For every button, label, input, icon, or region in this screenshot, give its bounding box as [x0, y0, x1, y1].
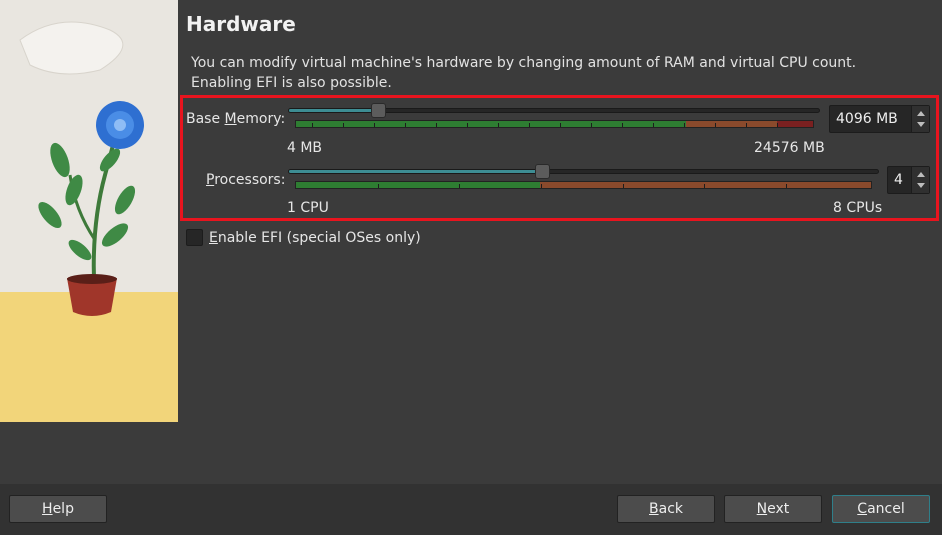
- processors-label: Processors:: [206, 172, 285, 188]
- base-memory-spin-arrows[interactable]: [911, 106, 929, 132]
- back-button-label[interactable]: ack: [659, 501, 683, 517]
- base-memory-label: Base Memory:: [186, 111, 285, 127]
- back-button-mnemonic[interactable]: B: [649, 501, 659, 517]
- processors-meter: [295, 181, 872, 189]
- help-button[interactable]: Help: [9, 495, 107, 523]
- base-memory-label-mnemonic: M: [224, 111, 237, 127]
- description-line-1: You can modify virtual machine's hardwar…: [191, 55, 857, 71]
- help-button-mnemonic[interactable]: H: [42, 501, 53, 517]
- arrow-down-icon[interactable]: [917, 122, 925, 127]
- base-memory-value[interactable]: 4096 MB: [836, 111, 898, 127]
- processors-label-mnemonic: P: [206, 172, 215, 188]
- base-memory-label-post: emory:: [236, 111, 286, 127]
- processors-max-label: 8 CPUs: [833, 200, 883, 216]
- base-memory-min-label: 4 MB: [287, 140, 323, 156]
- processors-value[interactable]: 4: [894, 172, 903, 188]
- arrow-up-icon[interactable]: [917, 172, 925, 177]
- memory-meter-green: [296, 121, 687, 127]
- processors-min-label: 1 CPU: [287, 200, 329, 216]
- processors-label-post: rocessors:: [214, 172, 286, 188]
- memory-meter-orange: [686, 121, 777, 127]
- next-button-mnemonic[interactable]: N: [757, 501, 767, 517]
- base-memory-meter: [295, 120, 814, 128]
- processors-spin-arrows[interactable]: [911, 167, 929, 193]
- base-memory-slider-fill: [289, 109, 378, 112]
- arrow-down-icon[interactable]: [917, 183, 925, 188]
- base-memory-label-pre: Base: [186, 111, 225, 127]
- next-button[interactable]: Next: [724, 495, 822, 523]
- page-title: Hardware: [186, 12, 296, 36]
- memory-meter-red: [776, 121, 813, 127]
- page-description: You can modify virtual machine's hardwar…: [191, 53, 891, 93]
- flower-pot-illustration: [0, 0, 178, 422]
- processors-slider-handle[interactable]: [535, 164, 550, 179]
- description-line-2: Enabling EFI is also possible.: [191, 75, 392, 91]
- cancel-button[interactable]: Cancel: [832, 495, 930, 523]
- next-button-label[interactable]: ext: [767, 501, 789, 517]
- enable-efi-label-post[interactable]: nable EFI (special OSes only): [218, 230, 421, 246]
- processors-slider[interactable]: [288, 164, 879, 179]
- processors-meter-orange: [540, 182, 871, 188]
- cancel-button-mnemonic[interactable]: C: [857, 501, 867, 517]
- base-memory-max-label: 24576 MB: [754, 140, 825, 156]
- wizard-illustration: [0, 0, 178, 422]
- enable-efi-label-mnemonic[interactable]: E: [209, 230, 218, 246]
- processors-spinbox[interactable]: 4: [887, 166, 930, 194]
- base-memory-spinbox[interactable]: 4096 MB: [829, 105, 930, 133]
- cancel-button-label[interactable]: ancel: [867, 501, 905, 517]
- help-button-label[interactable]: elp: [53, 501, 74, 517]
- arrow-up-icon[interactable]: [917, 111, 925, 116]
- base-memory-slider[interactable]: [288, 103, 820, 118]
- back-button[interactable]: Back: [617, 495, 715, 523]
- enable-efi-checkbox[interactable]: [186, 229, 203, 246]
- processors-meter-green: [296, 182, 541, 188]
- base-memory-slider-handle[interactable]: [371, 103, 386, 118]
- enable-efi-label[interactable]: Enable EFI (special OSes only): [209, 230, 421, 246]
- processors-slider-fill: [289, 170, 542, 173]
